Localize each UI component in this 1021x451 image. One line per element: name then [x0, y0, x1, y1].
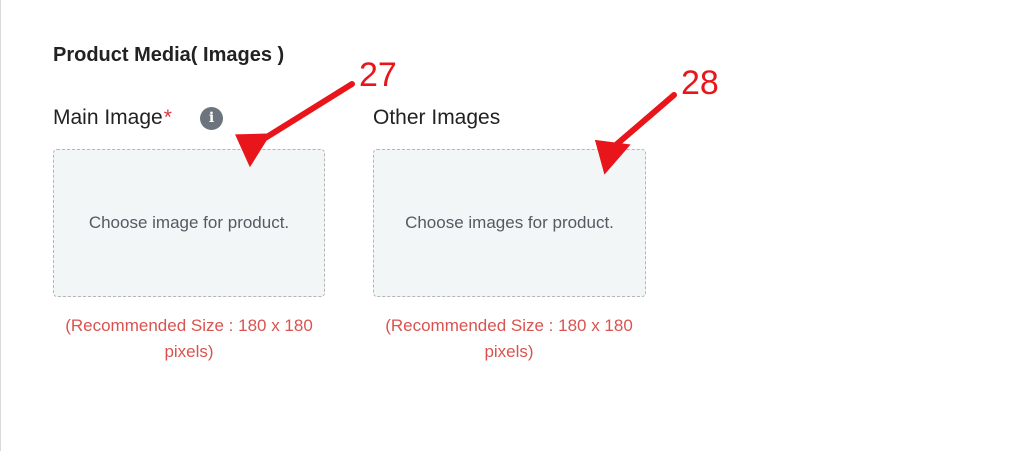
main-image-dropzone-text: Choose image for product.	[88, 213, 290, 232]
section-title: Product Media( Images )	[53, 44, 285, 66]
other-images-dropzone[interactable]: Choose images for product.	[373, 149, 646, 297]
annotation-number-28: 28	[681, 64, 719, 102]
other-images-size-hint: (Recommended Size : 180 x 180 pixels)	[385, 316, 633, 361]
main-image-size-hint: (Recommended Size : 180 x 180 pixels)	[65, 316, 313, 361]
other-images-dropzone-text: Choose images for product.	[405, 213, 614, 232]
panel-left-border	[0, 0, 1, 451]
product-media-page: Product Media( Images ) Main Image* i Ch…	[0, 0, 1021, 451]
required-marker: *	[163, 106, 172, 129]
info-icon[interactable]: i	[200, 107, 223, 130]
main-image-dropzone[interactable]: Choose image for product.	[53, 149, 325, 297]
main-image-label: Main Image*	[53, 106, 172, 130]
annotation-number-27: 27	[359, 56, 397, 94]
main-image-label-text: Main Image	[53, 106, 163, 129]
other-images-label: Other Images	[373, 106, 501, 129]
